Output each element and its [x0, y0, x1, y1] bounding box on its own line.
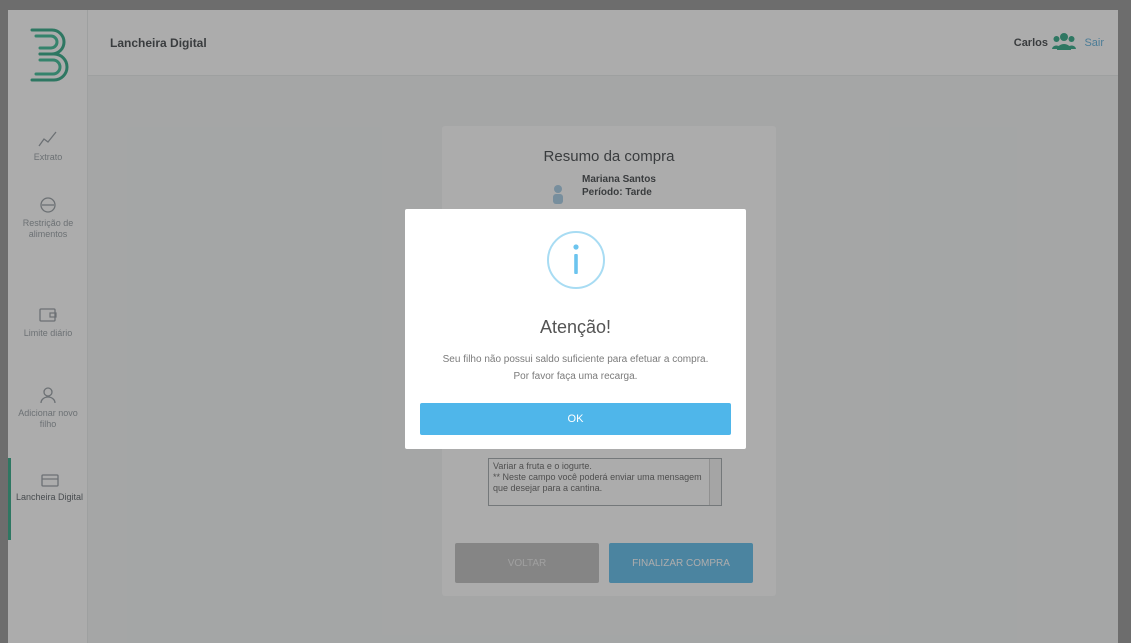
alert-dialog: Atenção! Seu filho não possui saldo sufi… — [405, 209, 746, 449]
dialog-message: Seu filho não possui saldo suficiente pa… — [442, 354, 709, 382]
dialog-title: Atenção! — [539, 317, 612, 337]
ok-button[interactable]: OK — [420, 403, 731, 435]
info-icon — [547, 231, 605, 289]
